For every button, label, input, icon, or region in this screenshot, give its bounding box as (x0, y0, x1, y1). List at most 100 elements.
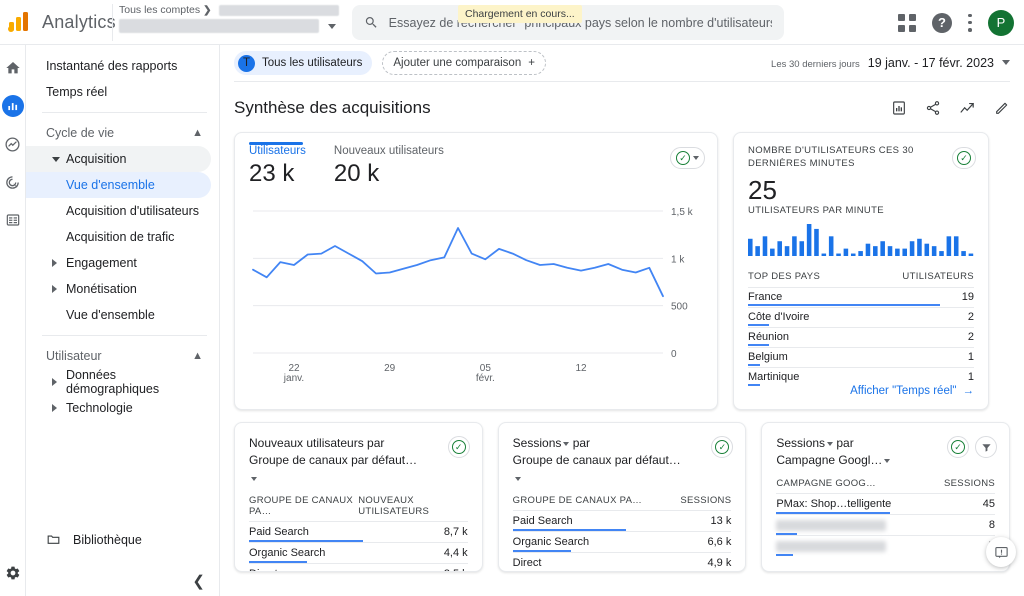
add-comparison-label: Ajouter une comparaison (393, 57, 522, 69)
table-row[interactable]: Organic Search 4,4 k (249, 542, 468, 564)
country-users: 2 (967, 310, 974, 323)
sidebar-item-reports-snapshot[interactable]: Instantané des rapports (26, 53, 211, 79)
trend-icon[interactable] (959, 100, 976, 117)
sidebar-item-user-acquisition[interactable]: Acquisition d'utilisateurs (26, 198, 211, 224)
sidebar-group-lifecycle[interactable]: Cycle de vie ▲ (26, 120, 219, 146)
tab-label: Utilisateurs (249, 145, 306, 157)
account-breadcrumb: Tous les comptes ❯ (119, 4, 342, 16)
sidebar-item-label: Vue d'ensemble (66, 178, 155, 192)
sidebar-item-traffic-acquisition[interactable]: Acquisition de trafic (26, 224, 211, 250)
sidebar-item-library[interactable]: Bibliothèque (26, 532, 219, 547)
view-realtime-link[interactable]: Afficher "Temps réel" → (850, 385, 974, 397)
date-range-picker[interactable]: Les 30 derniers jours 19 janv. - 17 févr… (771, 56, 1010, 70)
row-value: 8 (988, 518, 996, 531)
sidebar-item-monetisation[interactable]: Monétisation (26, 276, 211, 302)
sidebar-item-realtime[interactable]: Temps réel (26, 79, 211, 105)
sidebar-item-acquisition-overview[interactable]: Vue d'ensemble (26, 172, 211, 198)
table-row[interactable]: 7 (776, 534, 996, 556)
svg-text:févr.: févr. (476, 373, 495, 384)
account-selector[interactable]: Tous les comptes ❯ (112, 4, 342, 41)
rail-item-reports[interactable] (1, 95, 24, 117)
cards-row-bottom: ✓ Nouveaux utilisateurs par Groupe de cana… (220, 422, 1024, 572)
rail-item-configure[interactable] (2, 209, 24, 231)
table-row[interactable]: 8 (776, 513, 996, 535)
chevron-down-icon[interactable] (328, 24, 336, 29)
sidebar-item-label: Acquisition (66, 152, 127, 166)
col-header-metric: Nouveaux utilisateurs (358, 495, 430, 518)
card-status-check[interactable]: ✓ (947, 436, 970, 458)
card-column-headers: Groupe de canaux pa… Nouveaux utilisateur… (235, 487, 482, 521)
sidebar-item-overview[interactable]: Vue d'ensemble (26, 302, 211, 328)
plus-icon: + (528, 57, 535, 69)
realtime-country-row[interactable]: Belgium 1 (748, 346, 974, 367)
sidebar-group-user[interactable]: Utilisateur ▲ (26, 343, 219, 369)
sidebar-item-label: Acquisition de trafic (66, 230, 175, 244)
svg-text:0: 0 (671, 349, 677, 360)
card-dimension-label[interactable]: Groupe de canaux par défaut… (249, 453, 417, 467)
col-header-metric: Sessions (680, 495, 732, 507)
table-row[interactable]: Direct 4,9 k (512, 552, 732, 571)
card-dimension-label[interactable]: Groupe de canaux par défaut… (513, 453, 681, 467)
edit-icon[interactable] (994, 100, 1010, 116)
summary-card-1: ✓ Nouveaux utilisateurs par Groupe de cana… (234, 422, 483, 572)
active-tab-indicator (249, 142, 303, 145)
avatar[interactable]: P (988, 9, 1014, 36)
top-actions: ? P (898, 0, 1014, 45)
caret-down-icon[interactable] (563, 441, 570, 446)
rail-item-advertising[interactable] (2, 171, 24, 193)
sparkline-svg (748, 223, 974, 256)
row-name: Paid Search (249, 526, 309, 539)
realtime-country-row[interactable]: Côte d'Ivoire 2 (748, 306, 974, 327)
page-actions (891, 100, 1010, 117)
caret-down-icon[interactable] (884, 459, 891, 464)
sidebar-item-demographics[interactable]: Données démographiques (26, 368, 211, 396)
apps-grid-icon[interactable] (898, 13, 916, 32)
realtime-status-control[interactable]: ✓ (952, 147, 976, 169)
sidebar-item-label: Données démographiques (66, 368, 160, 396)
rail-item-home[interactable] (2, 57, 24, 79)
table-row[interactable]: Organic Search 6,6 k (512, 531, 732, 553)
card-rows: PMax: Shop…telligente 45 8 7 (762, 492, 1009, 556)
country-users: 19 (961, 290, 974, 303)
realtime-country-row[interactable]: France 19 (748, 286, 974, 307)
sidebar-item-engagement[interactable]: Engagement (26, 250, 211, 276)
add-comparison-button[interactable]: Ajouter une comparaison + (382, 51, 546, 75)
caret-down-icon[interactable] (251, 476, 257, 481)
card-dimension-label[interactable]: Campagne Googl… (776, 453, 882, 467)
tab-utilisateurs[interactable]: Utilisateurs 23 k (249, 145, 306, 188)
feedback-icon (994, 546, 1008, 558)
feedback-button[interactable] (986, 537, 1016, 567)
collapse-sidebar-button[interactable]: ❮ (192, 572, 205, 590)
tab-label: Nouveaux utilisateurs (333, 145, 444, 157)
more-options-icon[interactable] (968, 13, 972, 32)
brand-title: Analytics (42, 11, 116, 32)
realtime-country-row[interactable]: Réunion 2 (748, 326, 974, 347)
check-circle-icon: ✓ (451, 440, 466, 454)
realtime-country-row[interactable]: Martinique 1 (748, 366, 974, 387)
sidebar-group-label: Cycle de vie (46, 126, 115, 140)
analytics-logo-icon (8, 11, 34, 33)
table-row[interactable]: Paid Search 8,7 k (249, 521, 468, 543)
country-name: Martinique (748, 370, 800, 383)
filter-button[interactable] (975, 436, 998, 458)
card-status-check[interactable]: ✓ (447, 436, 470, 458)
table-row[interactable]: PMax: Shop…telligente 45 (776, 492, 996, 514)
rail-item-admin-settings[interactable] (2, 562, 24, 584)
explore-icon (5, 136, 20, 152)
tab-nouveaux-utilisateurs[interactable]: Nouveaux utilisateurs 20 k (334, 145, 444, 188)
insights-icon[interactable] (891, 100, 907, 116)
caret-down-icon[interactable] (827, 441, 834, 446)
share-icon[interactable] (925, 100, 941, 116)
card-status-control[interactable]: ✓ (670, 147, 705, 169)
table-row[interactable]: Direct 3,5 k (249, 563, 468, 571)
sidebar-item-technology[interactable]: Technologie (26, 395, 211, 421)
check-circle-icon: ✓ (951, 440, 966, 454)
card-status-check[interactable]: ✓ (711, 436, 734, 458)
table-row[interactable]: Paid Search 13 k (512, 510, 732, 532)
help-icon[interactable]: ? (932, 12, 952, 33)
segment-chip-all-users[interactable]: T Tous les utilisateurs (234, 51, 373, 75)
sidebar-item-acquisition[interactable]: Acquisition (26, 146, 211, 172)
caret-down-icon[interactable] (514, 476, 521, 481)
rail-item-explore[interactable] (2, 133, 24, 155)
country-name: France (748, 290, 783, 303)
